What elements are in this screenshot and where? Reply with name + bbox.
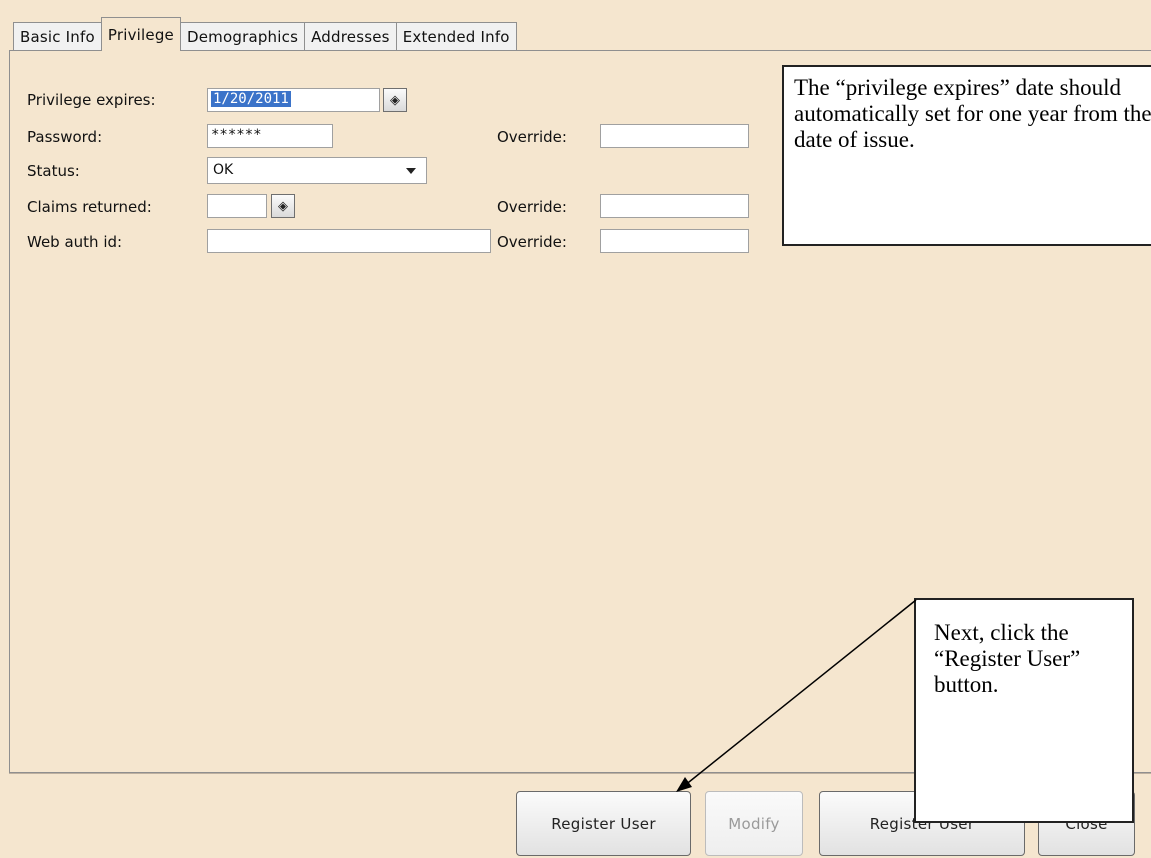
annotation-arrow-icon	[676, 599, 917, 792]
tab-privilege[interactable]: Privilege	[100, 17, 181, 51]
